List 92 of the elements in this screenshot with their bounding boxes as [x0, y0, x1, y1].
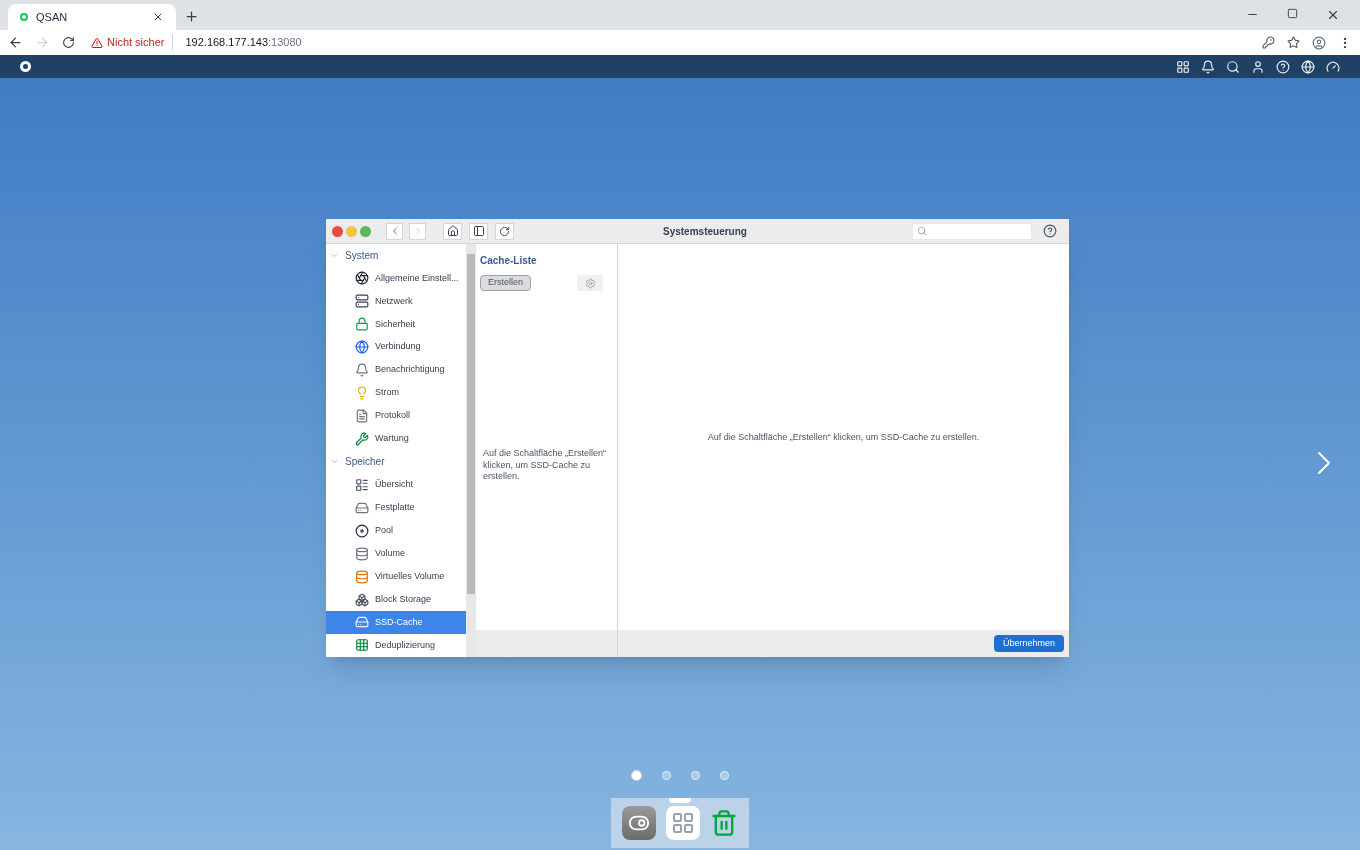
sidebar-item[interactable]: Protokoll: [326, 404, 466, 428]
sidebar-item[interactable]: Netzwerk: [326, 289, 466, 313]
home-icon: [446, 225, 459, 237]
hard-drive-icon: [355, 500, 369, 515]
sidebar-item[interactable]: Verbindung: [326, 335, 466, 359]
browser-tab[interactable]: QSAN: [8, 4, 176, 30]
search-icon[interactable]: [1226, 59, 1240, 74]
dock-handle: [669, 798, 691, 803]
star-icon[interactable]: [1287, 36, 1300, 49]
user-icon[interactable]: [1251, 59, 1265, 74]
sidebar-item[interactable]: Pool: [326, 519, 466, 543]
sidebar-toggle-button[interactable]: [469, 222, 488, 240]
sidebar-item[interactable]: Übersicht: [326, 473, 466, 497]
close-icon[interactable]: [152, 11, 164, 23]
sidebar-item[interactable]: Festplatte: [326, 496, 466, 520]
sidebar-group[interactable]: Speicher: [326, 450, 466, 474]
create-hint: Auf die Schaltfläche „Erstellen“ klicken, um SSD-Cache zu erstellen.: [482, 448, 608, 483]
item-label: Virtuelles Volume: [375, 569, 445, 583]
item-label: Wartung: [375, 432, 409, 446]
refresh-button[interactable]: [495, 222, 514, 240]
sidebar-item[interactable]: Virtuelles Volume: [326, 565, 466, 589]
panel-icon: [472, 225, 485, 237]
item-label: Protokoll: [375, 409, 410, 423]
site-icon: [20, 13, 28, 21]
home-button[interactable]: [443, 222, 462, 240]
hard-drive-icon: [355, 615, 369, 630]
gear-icon: [584, 277, 596, 289]
window-title: Systemsteuerung: [663, 224, 747, 239]
boxes-icon: [355, 592, 369, 607]
close-icon[interactable]: [1326, 8, 1340, 22]
sidebar-item[interactable]: Deduplizierung: [326, 633, 466, 657]
lightbulb-icon: [355, 386, 369, 401]
item-label: Verbindung: [375, 340, 421, 354]
globe-icon: [355, 340, 369, 355]
sidebar-item[interactable]: Allgemeine Einstell...: [326, 266, 466, 290]
item-label: Allgemeine Einstell...: [375, 271, 459, 285]
item-label: Benachrichtigung: [375, 363, 445, 377]
maximize-icon[interactable]: [1287, 8, 1298, 19]
profile-icon[interactable]: [1312, 35, 1326, 50]
group-label: Speicher: [345, 455, 385, 470]
create-button[interactable]: Erstellen: [480, 275, 531, 291]
help-icon[interactable]: [1043, 224, 1057, 238]
item-label: Block Storage: [375, 592, 432, 606]
tab-title: QSAN: [36, 9, 69, 25]
apply-button[interactable]: Übernehmen: [993, 635, 1064, 652]
grid-icon[interactable]: [1176, 59, 1190, 74]
key-icon[interactable]: [1262, 36, 1275, 49]
item-label: Strom: [375, 386, 399, 400]
url-text[interactable]: 192.168.177.143:13080: [177, 34, 302, 51]
sidebar-item[interactable]: Wartung: [326, 427, 466, 451]
globe-icon[interactable]: [1301, 59, 1315, 74]
item-label: Übersicht: [375, 478, 413, 492]
wrench-icon: [355, 431, 369, 446]
lock-icon: [355, 317, 369, 332]
warning-icon: [91, 36, 103, 49]
sidebar-item[interactable]: Block Storage: [326, 588, 466, 611]
sidebar-group[interactable]: System: [326, 244, 466, 267]
sidebar-item[interactable]: Sicherheit: [326, 312, 466, 336]
back-icon[interactable]: [8, 35, 23, 50]
empty-message: Auf die Schaltfläche „Erstellen“ klicken, um SSD-Cache zu erstellen.: [707, 430, 980, 444]
bell-icon: [355, 363, 369, 378]
item-label: Sicherheit: [375, 317, 416, 331]
sidebar-item[interactable]: SSD-Cache: [326, 611, 466, 634]
search-field[interactable]: [912, 222, 1032, 240]
new-tab-icon[interactable]: [184, 9, 199, 24]
grid-icon: [355, 638, 369, 653]
item-label: Pool: [375, 523, 393, 537]
reload-icon[interactable]: [62, 36, 75, 49]
item-label: SSD-Cache: [375, 615, 423, 629]
app-grid-icon[interactable]: [666, 806, 700, 840]
database-icon: [355, 569, 369, 584]
sidebar-item[interactable]: Strom: [326, 381, 466, 405]
search-icon: [917, 226, 927, 236]
bell-icon[interactable]: [1201, 59, 1215, 74]
list-icon: [355, 477, 369, 492]
database-icon: [355, 546, 369, 561]
cache-list-title: Cache-Liste: [480, 254, 538, 268]
item-label: Festplatte: [375, 501, 415, 515]
group-label: System: [345, 248, 379, 263]
disc-icon: [355, 523, 369, 538]
sidebar-item[interactable]: Benachrichtigung: [326, 358, 466, 382]
item-label: Netzwerk: [375, 294, 413, 308]
item-label: Deduplizierung: [375, 638, 436, 652]
sidebar-item[interactable]: Volume: [326, 542, 466, 566]
refresh-icon: [499, 225, 510, 237]
gauge-icon[interactable]: [1326, 59, 1340, 74]
aperture-icon: [355, 271, 369, 286]
logo-icon[interactable]: [20, 61, 31, 72]
server-icon: [355, 294, 369, 309]
item-label: Volume: [375, 546, 406, 560]
document-icon: [355, 409, 369, 424]
security-label: Nicht sicher: [107, 34, 174, 51]
